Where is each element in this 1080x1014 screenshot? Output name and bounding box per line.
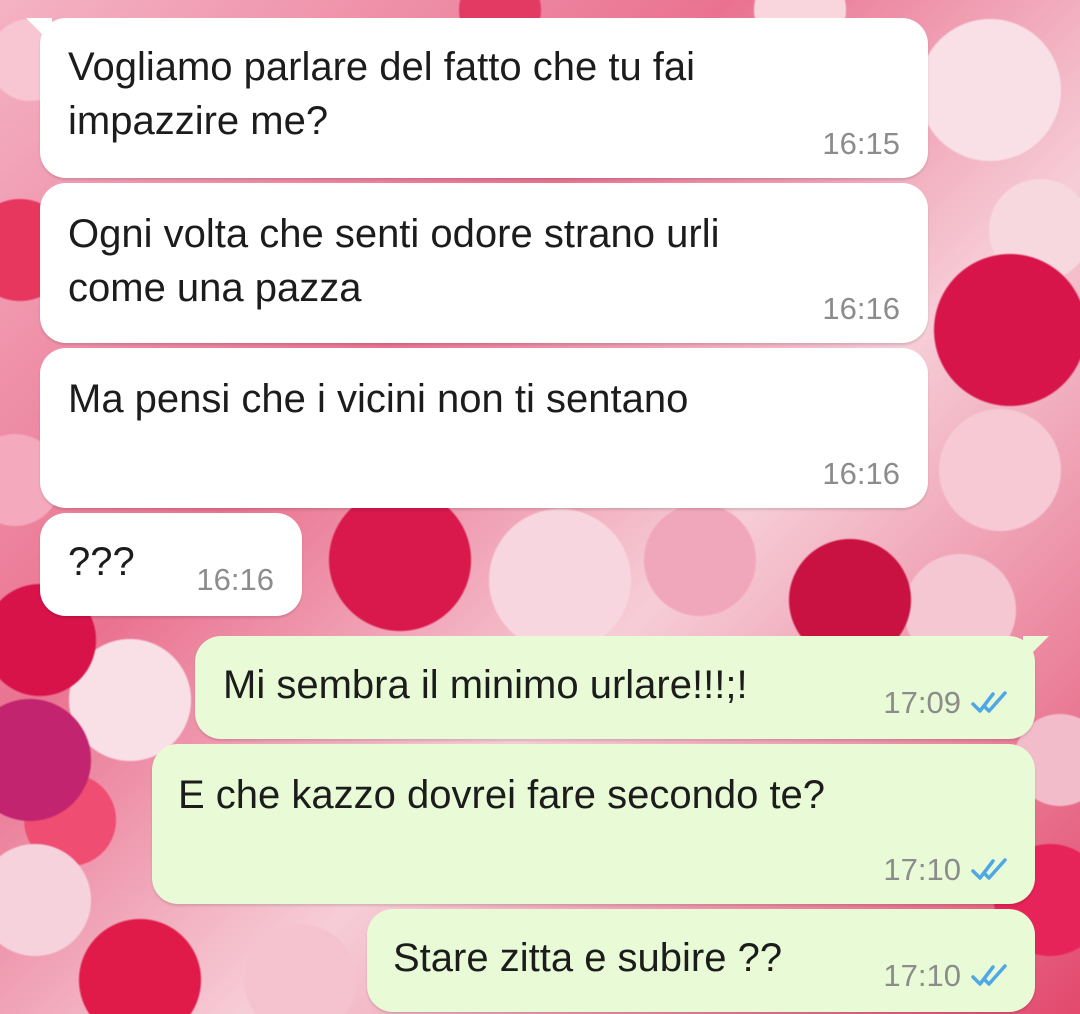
message-text: Ogni volta che senti odore strano urli c…: [68, 212, 720, 310]
incoming-message-bubble[interactable]: Vogliamo parlare del fatto che tu fai im…: [26, 18, 928, 178]
message-meta: 16:16: [822, 456, 900, 492]
message-time: 16:16: [196, 562, 274, 597]
message-meta: 17:10: [883, 852, 1015, 888]
message-meta: 16:16: [822, 291, 900, 327]
incoming-message-bubble[interactable]: Ogni volta che senti odore strano urli c…: [40, 183, 928, 343]
incoming-message-bubble[interactable]: Ma pensi che i vicini non ti sentano 16:…: [40, 348, 928, 508]
outgoing-message-bubble[interactable]: Stare zitta e subire ?? 17:10: [367, 909, 1035, 1012]
message-text: Stare zitta e subire ??: [393, 936, 783, 980]
message-text: ???: [68, 540, 135, 584]
message-time: 16:15: [822, 126, 900, 161]
message-text: Vogliamo parlare del fatto che tu fai im…: [68, 45, 696, 143]
double-check-icon: [971, 858, 1007, 880]
message-text: E che kazzo dovrei fare secondo te?: [178, 773, 826, 817]
bubble-tail: [26, 18, 52, 44]
message-time: 17:10: [883, 958, 961, 993]
outgoing-message-bubble[interactable]: Mi sembra il minimo urlare!!!;! 17:09: [195, 636, 1049, 739]
message-time: 16:16: [822, 456, 900, 491]
message-time: 16:16: [822, 291, 900, 326]
double-check-icon: [971, 964, 1007, 986]
message-meta: 17:09: [883, 685, 1015, 721]
message-text: Ma pensi che i vicini non ti sentano: [68, 377, 689, 421]
message-meta: 17:10: [883, 958, 1015, 994]
bubble-tail: [1023, 636, 1049, 662]
incoming-message-bubble[interactable]: ??? 16:16: [40, 513, 302, 616]
message-time: 17:09: [883, 685, 961, 720]
double-check-icon: [971, 691, 1007, 713]
outgoing-message-bubble[interactable]: E che kazzo dovrei fare secondo te? 17:1…: [152, 744, 1035, 904]
message-meta: 16:15: [822, 126, 900, 162]
message-text: Mi sembra il minimo urlare!!!;!: [223, 663, 748, 707]
message-meta: 16:16: [196, 562, 274, 598]
message-time: 17:10: [883, 852, 961, 887]
